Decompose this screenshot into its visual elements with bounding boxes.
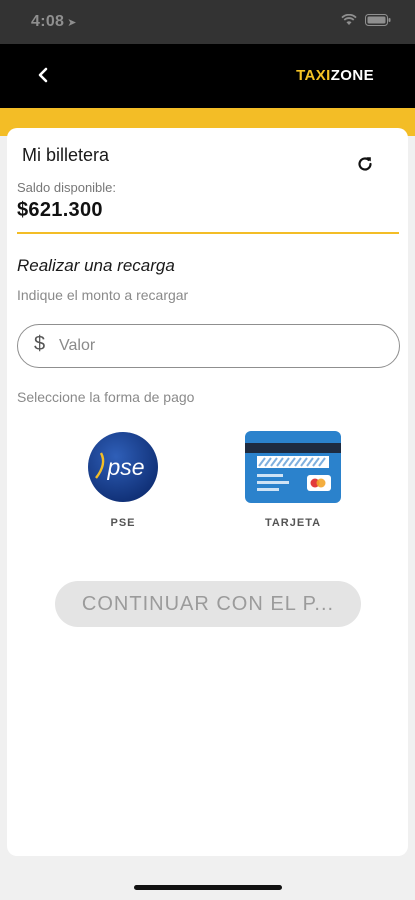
brand-logo: TAXIZONE: [296, 67, 374, 84]
location-arrow-icon: ➤: [67, 17, 77, 29]
refresh-button[interactable]: [351, 150, 379, 178]
continue-button[interactable]: CONTINUAR CON EL P...: [55, 581, 361, 627]
back-button[interactable]: [26, 58, 60, 92]
dollar-icon: $: [34, 333, 46, 355]
payment-option-pse[interactable]: pse PSE: [85, 431, 161, 529]
payment-label-pse: PSE: [110, 517, 136, 529]
status-bar: 4:08 ➤: [0, 0, 415, 44]
balance-divider: [17, 232, 399, 234]
balance-label: Saldo disponible:: [17, 180, 117, 195]
amount-field[interactable]: $: [17, 324, 400, 368]
pse-logo-icon: pse: [88, 432, 158, 502]
chevron-left-icon: [38, 67, 48, 83]
payment-hint: Seleccione la forma de pago: [17, 389, 195, 405]
brand-taxi: TAXI: [296, 67, 331, 84]
amount-input[interactable]: [59, 325, 379, 367]
refresh-icon: [358, 157, 372, 171]
status-icons: [341, 14, 391, 26]
payment-option-card[interactable]: TARJETA: [244, 431, 342, 529]
wallet-title: Mi billetera: [22, 145, 110, 165]
brand-zone: ZONE: [330, 67, 374, 84]
amount-hint: Indique el monto a recargar: [17, 287, 189, 303]
nav-bar: TAXIZONE: [0, 44, 415, 108]
svg-text:pse: pse: [106, 454, 144, 480]
wifi-icon: [341, 14, 357, 25]
recharge-title: Realizar una recarga: [17, 256, 175, 275]
battery-icon: [365, 14, 391, 26]
home-indicator[interactable]: [134, 885, 282, 890]
wallet-card: Mi billetera Saldo disponible: $621.300 …: [7, 128, 408, 856]
payment-label-card: TARJETA: [264, 517, 322, 529]
balance-value: $621.300: [17, 199, 103, 221]
status-time: 4:08 ➤: [31, 13, 77, 30]
credit-card-icon: [245, 431, 341, 503]
